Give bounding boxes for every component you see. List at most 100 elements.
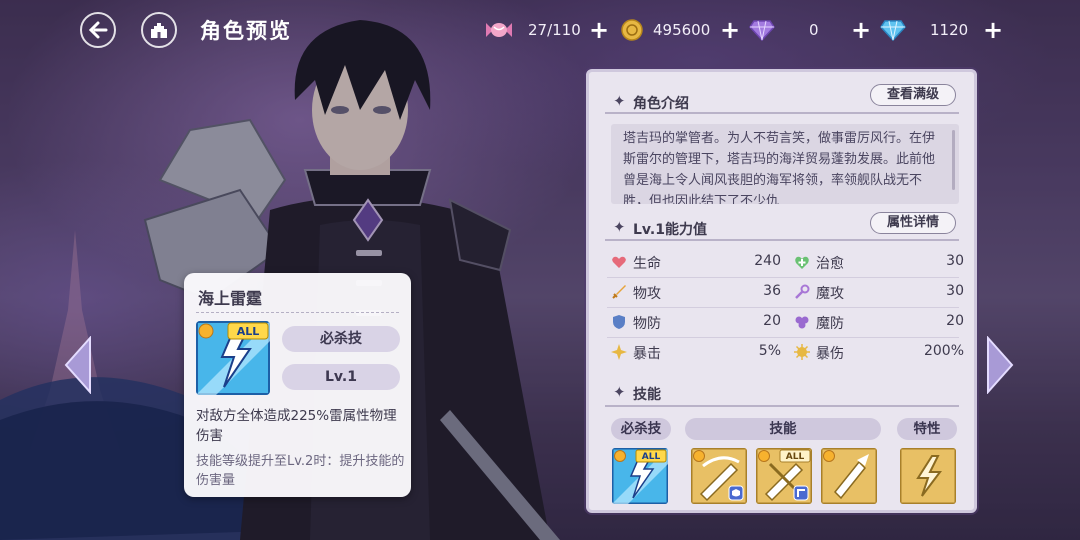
gold-coin-icon (621, 19, 643, 41)
attribute-details-button[interactable]: 属性详情 (869, 212, 956, 234)
sparkle-icon: ✦ (613, 383, 626, 401)
sword-icon (612, 285, 626, 299)
back-button[interactable] (80, 12, 116, 48)
heal-icon (795, 256, 809, 269)
add-gold-button[interactable]: + (720, 17, 740, 43)
resource-blue-diamond: 1120 (880, 18, 968, 42)
page-title: 角色预览 (200, 19, 292, 43)
stat-pdef: 物防 20 (611, 311, 781, 335)
stat-name: 魔防 (816, 316, 844, 332)
view-max-level-button[interactable]: 查看满级 (869, 84, 956, 106)
purple-gem-count: 0 (809, 21, 819, 39)
skill-level-pill: Lv.1 (282, 364, 400, 390)
resource-purple-gem: 0 (749, 18, 819, 42)
castle-icon (151, 23, 167, 38)
stats-heading: Lv.1能力值 (633, 222, 707, 238)
shield-icon (613, 315, 625, 329)
stat-patk: 物攻 36 (611, 281, 781, 305)
skill-type-pill: 必杀技 (282, 326, 400, 352)
stat-value: 30 (946, 253, 964, 269)
stats-divider (605, 239, 959, 241)
skill-description: 对敌方全体造成225%雷属性物理伤害 (196, 408, 397, 444)
lightning-slash-icon: ALL (196, 321, 270, 395)
stat-divider (607, 277, 959, 278)
trait-slot[interactable] (900, 448, 956, 504)
lightning-trait-icon (900, 448, 956, 504)
blue-diamond-count: 1120 (930, 21, 969, 39)
strike-skill-icon (821, 448, 877, 504)
stat-value: 36 (763, 283, 781, 299)
skill-icon: ALL (196, 321, 270, 395)
next-character-arrow[interactable] (986, 336, 1016, 394)
candy-count: 27/110 (528, 21, 581, 39)
skill-slot-3[interactable] (821, 448, 877, 504)
skills-divider (605, 405, 959, 407)
intro-heading: 角色介绍 (633, 96, 689, 112)
home-button[interactable] (141, 12, 177, 48)
stat-value: 20 (763, 313, 781, 329)
stat-value: 200% (923, 343, 964, 359)
stat-matk: 魔攻 30 (794, 281, 964, 305)
skills-heading: 技能 (633, 387, 661, 403)
stat-name: 物攻 (633, 286, 661, 302)
stat-value: 20 (946, 313, 964, 329)
purple-gem-icon (749, 20, 775, 41)
skill-name: 海上雷霆 (198, 289, 263, 308)
stat-divider (607, 307, 959, 308)
intro-divider (605, 112, 959, 114)
stat-name: 暴击 (633, 346, 661, 362)
stat-name: 物防 (633, 316, 661, 332)
character-intro-box[interactable]: 塔吉玛的掌管者。为人不苟言笑，做事雷厉风行。在伊斯雷尔的管理下，塔吉玛的海洋贸易… (611, 124, 959, 204)
lightning-slash-icon: ALL (612, 448, 668, 504)
tooltip-divider (196, 312, 399, 313)
all-badge: ALL (237, 325, 260, 338)
magic-shield-icon (795, 316, 809, 329)
stat-name: 暴伤 (816, 346, 844, 362)
crit-damage-icon (794, 344, 810, 360)
sparkle-icon: ✦ (613, 218, 626, 236)
stat-mdef: 魔防 20 (794, 311, 964, 335)
candy-icon (486, 23, 512, 37)
prev-character-arrow[interactable] (62, 336, 92, 394)
all-badge: ALL (786, 452, 805, 462)
stat-name: 生命 (633, 256, 661, 272)
sword-slash-skill-icon (691, 448, 747, 504)
stat-crit-damage: 暴伤 200% (794, 341, 964, 365)
resource-candy: 27/110 (484, 18, 581, 42)
blue-diamond-icon (880, 20, 906, 41)
skill-slot-1[interactable] (691, 448, 747, 504)
gold-count: 495600 (653, 21, 711, 39)
skills-section-header: ✦ 技能 (599, 382, 959, 404)
crit-icon (611, 344, 627, 360)
add-candy-button[interactable]: + (589, 17, 609, 43)
skill-upgrade-text: 技能等级提升至Lv.2时：提升技能的伤害量 (196, 454, 405, 488)
all-badge: ALL (642, 452, 661, 462)
tab-trait[interactable]: 特性 (897, 418, 957, 440)
resource-gold: 495600 (621, 18, 710, 42)
skill-slot-ultimate[interactable]: ALL (612, 448, 668, 504)
skill-tooltip: 海上雷霆 ALL 必杀技 Lv.1 对敌方全体造成225%雷属性物理伤害 技能等… (184, 273, 411, 497)
stat-name: 魔攻 (816, 286, 844, 302)
intro-scrollbar[interactable] (952, 130, 955, 190)
wand-icon (795, 284, 810, 299)
dual-sword-skill-icon: ALL (756, 448, 812, 504)
tab-ultimate[interactable]: 必杀技 (611, 418, 671, 440)
heart-icon (612, 256, 626, 268)
character-intro-text: 塔吉玛的掌管者。为人不苟言笑，做事雷厉风行。在伊斯雷尔的管理下，塔吉玛的海洋贸易… (623, 131, 936, 204)
stat-value: 30 (946, 283, 964, 299)
stat-value: 5% (758, 343, 781, 359)
stat-divider (607, 337, 959, 338)
stat-heal: 治愈 30 (794, 251, 964, 275)
stat-hp: 生命 240 (611, 251, 781, 275)
tab-skills[interactable]: 技能 (685, 418, 881, 440)
stat-value: 240 (754, 253, 781, 269)
character-info-panel: ✦ 角色介绍 查看满级 塔吉玛的掌管者。为人不苟言笑，做事雷厉风行。在伊斯雷尔的… (586, 69, 977, 513)
stat-crit: 暴击 5% (611, 341, 781, 365)
stat-name: 治愈 (816, 256, 844, 272)
sparkle-icon: ✦ (613, 92, 626, 110)
skill-slot-2[interactable]: ALL (756, 448, 812, 504)
add-blue-diamond-button[interactable]: + (983, 17, 1003, 43)
back-arrow-icon (88, 21, 108, 39)
top-bar: 角色预览 27/110 + 495600 + 0 + 1120 + (0, 0, 1080, 62)
add-purple-gem-button[interactable]: + (851, 17, 871, 43)
